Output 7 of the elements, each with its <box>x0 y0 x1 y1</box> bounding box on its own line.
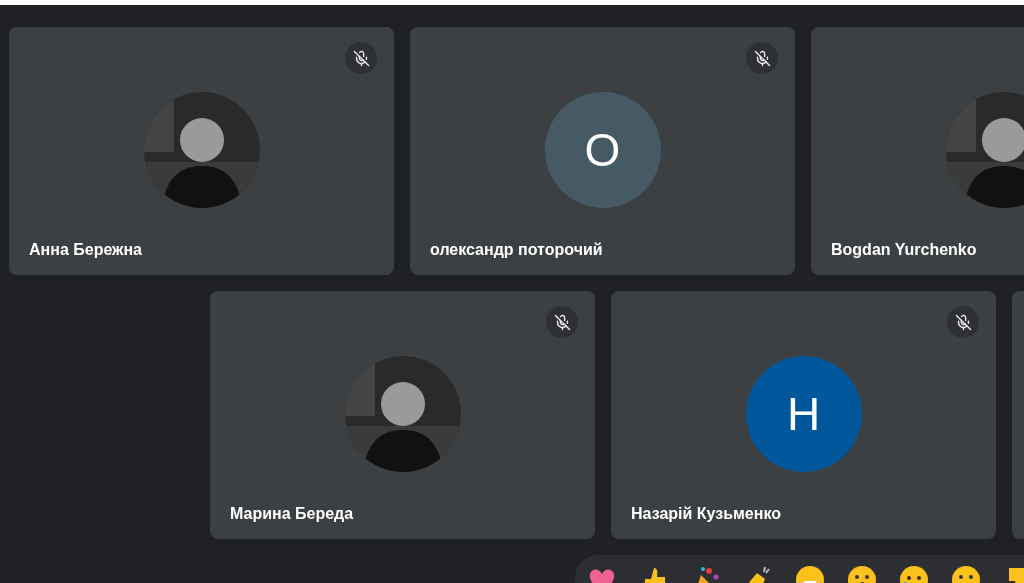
participant-name: Bogdan Yurchenko <box>831 241 977 259</box>
avatar: Н <box>745 356 862 472</box>
avatar: О <box>544 92 661 208</box>
participant-name: Назарій Кузьменко <box>631 505 781 523</box>
participant-name: Анна Бережна <box>29 241 142 259</box>
participant-name: олександр поторочий <box>430 241 603 259</box>
participant-name: Марина Береда <box>230 505 354 523</box>
